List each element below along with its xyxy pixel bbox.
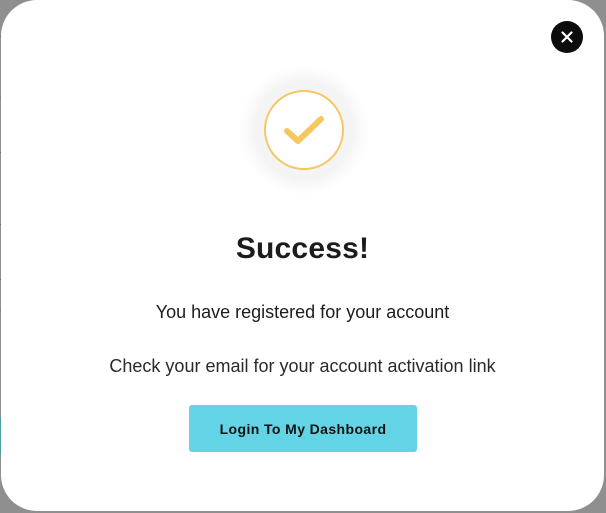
- close-icon: [561, 31, 573, 43]
- success-badge: [254, 80, 354, 180]
- checkmark-icon: [284, 116, 324, 144]
- success-modal: Success! You have registered for your ac…: [1, 0, 604, 511]
- modal-title: Success!: [235, 232, 370, 265]
- success-badge-ring: [264, 90, 344, 170]
- modal-message: Check your email for your account activa…: [109, 356, 496, 376]
- modal-subtitle: You have registered for your account: [155, 302, 450, 322]
- login-dashboard-button[interactable]: Login To My Dashboard: [189, 405, 417, 452]
- close-button[interactable]: [551, 21, 583, 53]
